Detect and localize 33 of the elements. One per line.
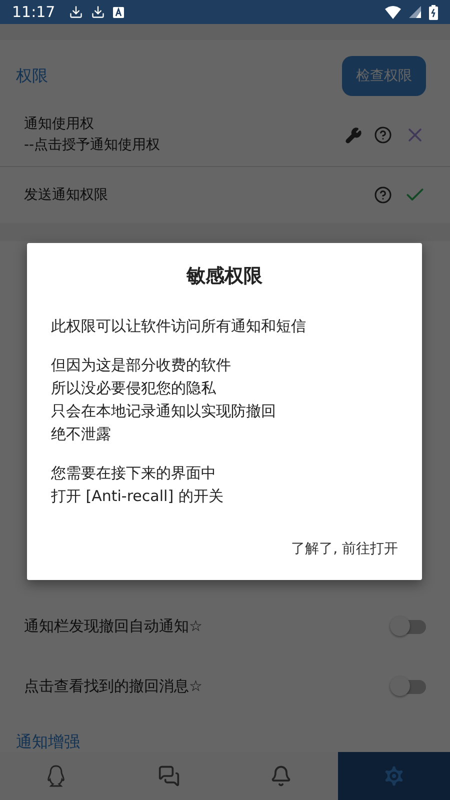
section-title: 通知增强	[16, 732, 80, 752]
dialog-text: 只会在本地记录通知以实现防撤回	[51, 401, 277, 422]
section-title: 权限	[16, 66, 48, 86]
confirm-button[interactable]: 了解了, 前往打开	[291, 534, 398, 564]
battery-icon	[429, 4, 438, 20]
dialog-text: 所以没必要侵犯您的隐私	[51, 378, 217, 399]
permission-label[interactable]: 通知使用权	[24, 114, 345, 135]
dialog-text: 打开 [Anti-recall] 的开关	[51, 486, 224, 507]
help-icon[interactable]	[374, 186, 392, 204]
nav-tab[interactable]	[338, 752, 450, 800]
toggle-switch[interactable]	[390, 616, 426, 636]
dialog-title: 敏感权限	[185, 264, 264, 289]
penguin-icon	[46, 765, 66, 787]
permission-label[interactable]: 发送通知权限	[24, 184, 374, 206]
download-icon	[69, 5, 84, 19]
download-icon	[91, 5, 106, 19]
permission-hint[interactable]: --点击授予通知使用权	[24, 135, 345, 156]
wifi-icon	[385, 6, 401, 18]
chat-icon	[158, 765, 180, 787]
toggle-label: 点击查看找到的撤回消息☆	[24, 676, 204, 696]
app-notification-icon	[113, 6, 124, 18]
wrench-icon[interactable]	[345, 126, 362, 144]
dialog-text: 绝不泄露	[51, 424, 112, 445]
status-time: 11:17	[12, 3, 56, 21]
help-icon[interactable]	[374, 126, 392, 144]
dialog-text: 您需要在接下来的界面中	[51, 463, 217, 484]
toggle-label: 通知栏发现撤回自动通知☆	[24, 616, 204, 636]
dialog-text: 此权限可以让软件访问所有通知和短信	[51, 316, 307, 337]
check-permissions-button[interactable]: 检查权限	[342, 56, 426, 96]
signal-icon	[409, 6, 421, 18]
toggle-switch[interactable]	[390, 676, 426, 696]
bell-icon	[270, 765, 292, 787]
dialog-text: 但因为这是部分收费的软件	[51, 355, 232, 376]
